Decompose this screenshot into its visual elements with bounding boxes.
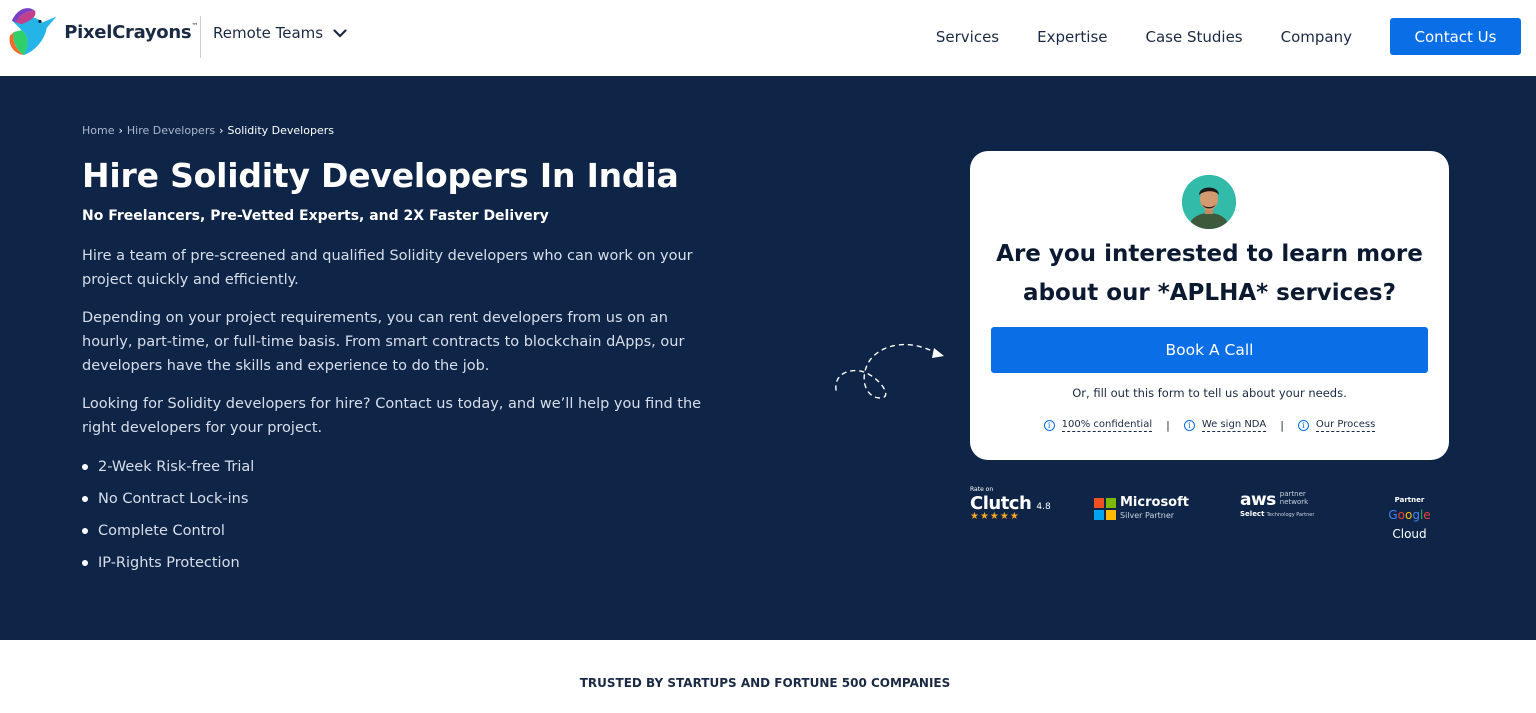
remote-teams-dropdown[interactable]: Remote Teams — [213, 24, 347, 42]
breadcrumb-hire-developers[interactable]: Hire Developers — [127, 124, 215, 137]
breadcrumb-separator: › — [219, 124, 224, 137]
breadcrumb-separator: › — [118, 124, 123, 137]
list-item: No Contract Lock-ins — [82, 483, 254, 515]
microsoft-tier: Silver Partner — [1120, 511, 1175, 520]
list-item: 2-Week Risk-free Trial — [82, 451, 254, 483]
breadcrumb-home[interactable]: Home — [82, 124, 114, 137]
google-partner-label: Partner — [1394, 496, 1425, 504]
hero-subtitle: No Freelancers, Pre-Vetted Experts, and … — [82, 208, 549, 224]
book-a-call-button[interactable]: Book A Call — [991, 327, 1428, 373]
nav-company[interactable]: Company — [1281, 19, 1352, 55]
breadcrumb-current: Solidity Developers — [227, 124, 334, 137]
confidential-label: 100% confidential — [1061, 419, 1153, 432]
nda-link[interactable]: i We sign NDA — [1183, 419, 1267, 432]
our-process-link[interactable]: i Our Process — [1297, 419, 1376, 432]
link-separator: | — [1280, 419, 1284, 432]
benefit-label: IP-Rights Protection — [98, 555, 240, 571]
benefit-label: Complete Control — [98, 523, 225, 539]
brand-name: PixelCrayons™ — [64, 21, 198, 43]
bullet-dot — [82, 560, 88, 566]
contact-us-button[interactable]: Contact Us — [1390, 18, 1521, 55]
our-process-label: Our Process — [1315, 419, 1376, 432]
dashed-arrow-icon — [835, 343, 944, 399]
microsoft-name: Microsoft — [1120, 495, 1189, 510]
hero-section: Home › Hire Developers › Solidity Develo… — [0, 76, 1536, 640]
bullet-dot — [82, 528, 88, 534]
google-cloud-partner-badge: Partner Google Cloud — [1370, 496, 1449, 542]
nav-case-studies[interactable]: Case Studies — [1146, 19, 1243, 55]
info-icon: i — [1183, 420, 1195, 431]
hummingbird-logo-icon — [9, 8, 57, 56]
remote-teams-label: Remote Teams — [213, 24, 324, 42]
microsoft-logo-icon — [1094, 498, 1116, 520]
clutch-rate-text: Rate on — [970, 486, 994, 493]
star-rating-icon: ★★★★★ — [970, 511, 1020, 522]
aws-select-tier: Select Technology Partner — [1240, 510, 1315, 518]
hero-paragraph-1: Hire a team of pre-screened and qualifie… — [82, 248, 693, 288]
google-cloud-logo: Google Cloud — [1388, 508, 1431, 541]
list-item: Complete Control — [82, 515, 254, 547]
clutch-score: 4.8 — [1036, 502, 1051, 512]
site-header: PixelCrayons™ Remote Teams Services Expe… — [0, 0, 1536, 76]
avatar — [1182, 175, 1236, 229]
aws-partner-network: partner network — [1279, 490, 1309, 506]
benefit-label: 2-Week Risk-free Trial — [98, 459, 255, 475]
nav-expertise[interactable]: Expertise — [1037, 19, 1107, 55]
aws-partner-badge: aws partner network Select Technology Part… — [1240, 490, 1314, 518]
microsoft-text: Microsoft Silver Partner — [1120, 496, 1189, 522]
chevron-down-icon — [333, 28, 347, 38]
card-question: Are you interested to learn more about o… — [996, 241, 1423, 306]
nav-services[interactable]: Services — [936, 19, 999, 55]
nda-label: We sign NDA — [1201, 419, 1267, 432]
hero-paragraph-3: Looking for Solidity developers for hire… — [82, 396, 702, 436]
main-nav: Services Expertise Case Studies Company … — [936, 18, 1521, 55]
consultation-card: Are you interested to learn more about o… — [970, 151, 1449, 460]
trusted-by-heading: TRUSTED BY STARTUPS AND FORTUNE 500 COMP… — [579, 676, 951, 690]
microsoft-partner-badge: Microsoft Silver Partner — [1094, 496, 1189, 522]
hero-paragraph-2: Depending on your project requirements, … — [82, 310, 685, 374]
confidential-link[interactable]: i 100% confidential — [1043, 419, 1153, 432]
benefits-list: 2-Week Risk-free Trial No Contract Lock-… — [82, 451, 254, 579]
list-item: IP-Rights Protection — [82, 547, 254, 579]
page-title: Hire Solidity Developers In India — [82, 156, 679, 195]
partner-badges: Rate on Clutch 4.8 ★★★★★ Microsoft Silve… — [970, 484, 1449, 541]
benefit-label: No Contract Lock-ins — [98, 491, 249, 507]
card-helper-text: Or, fill out this form to tell us about … — [1072, 386, 1347, 400]
card-assurance-links: i 100% confidential | i We sign NDA | i Our… — [970, 419, 1449, 432]
bullet-dot — [82, 464, 88, 470]
header-divider — [200, 16, 201, 58]
info-icon: i — [1297, 420, 1309, 431]
bullet-dot — [82, 496, 88, 502]
info-icon: i — [1043, 420, 1055, 431]
brand-logo[interactable]: PixelCrayons™ — [8, 4, 198, 60]
link-separator: | — [1166, 419, 1170, 432]
breadcrumb: Home › Hire Developers › Solidity Develo… — [82, 124, 334, 137]
clutch-badge: Rate on Clutch 4.8 ★★★★★ — [970, 486, 1051, 522]
consultant-portrait-icon — [1182, 175, 1236, 229]
aws-logo: aws — [1240, 490, 1276, 510]
